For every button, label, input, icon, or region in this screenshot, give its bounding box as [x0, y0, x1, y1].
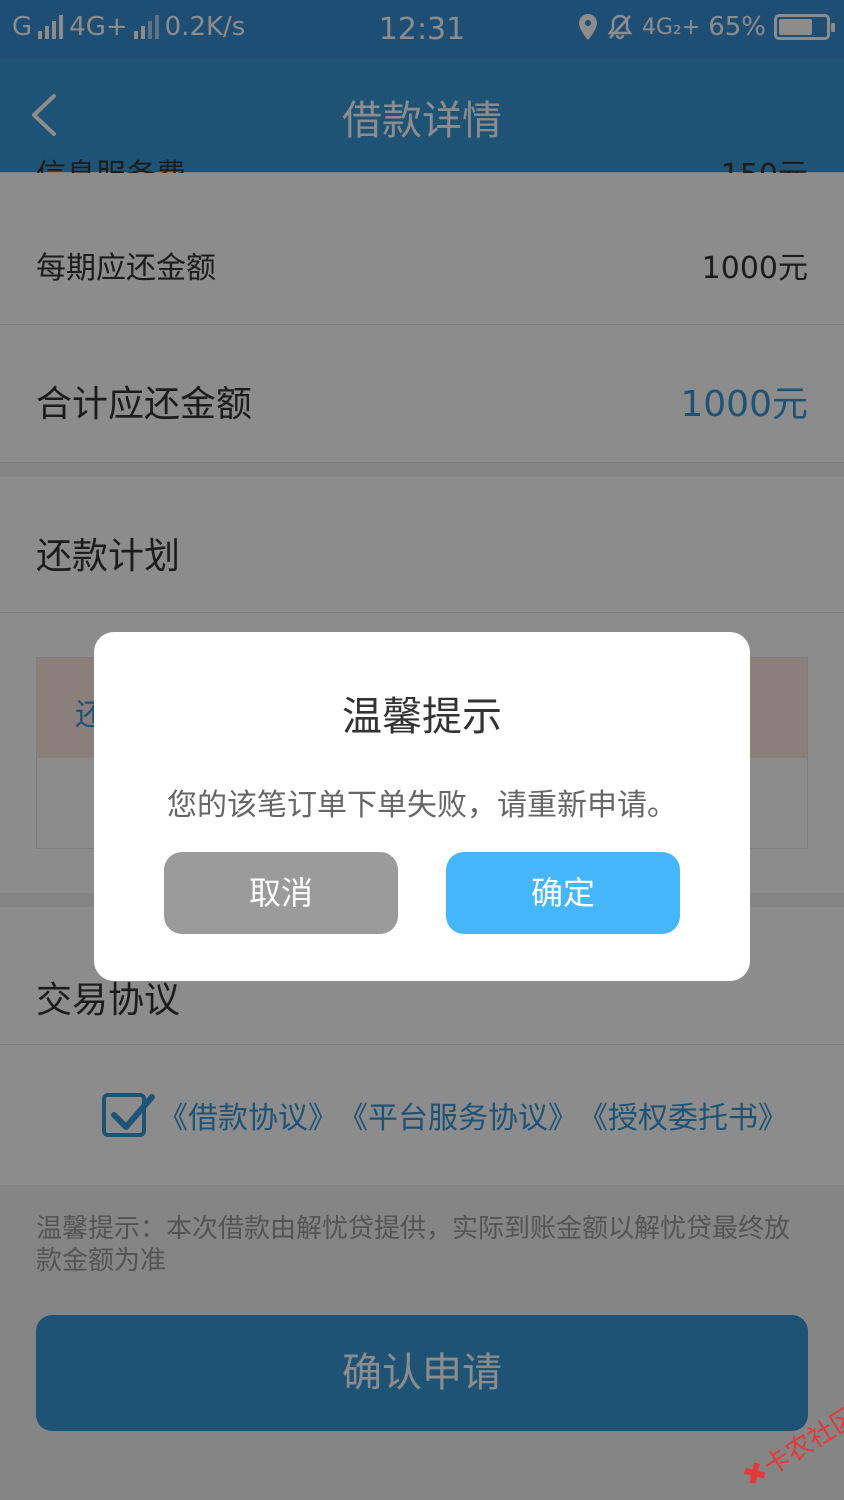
cancel-button[interactable]: 取消 — [164, 852, 398, 934]
dialog-title: 温馨提示 — [342, 694, 502, 740]
dialog-message: 您的该笔订单下单失败，请重新申请。 — [167, 788, 677, 823]
confirm-button[interactable]: 确定 — [446, 852, 680, 934]
alert-dialog: 温馨提示 您的该笔订单下单失败，请重新申请。 取消 确定 — [94, 632, 750, 981]
